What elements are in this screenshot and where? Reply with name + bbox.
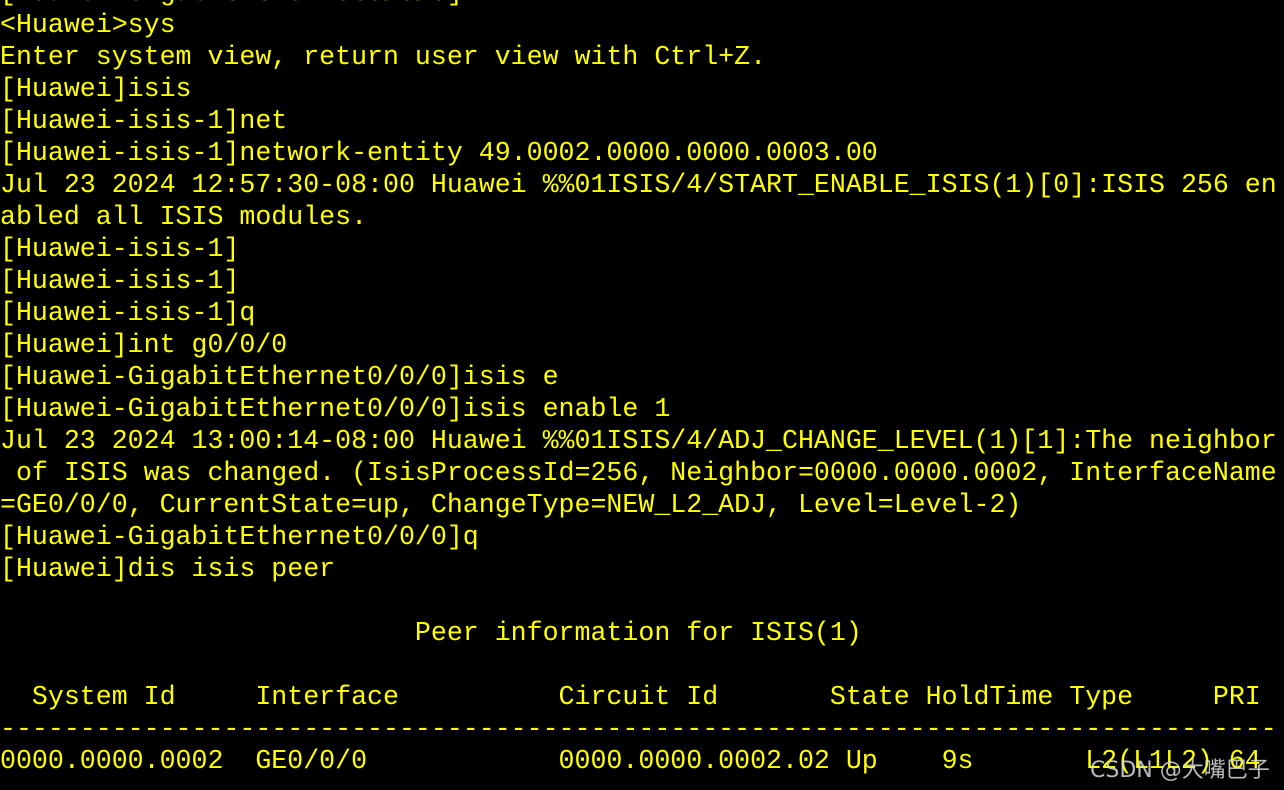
- terminal-line: [Huawei]isis: [0, 74, 192, 104]
- terminal-output[interactable]: [Huawei-GigabitEthernet0/0/0]<Huawei>sys…: [0, 0, 1284, 777]
- terminal-line: [Huawei-GigabitEthernet0/0/0]: [0, 0, 1284, 9]
- terminal-line: of ISIS was changed. (IsisProcessId=256,…: [0, 458, 1277, 488]
- terminal-line: abled all ISIS modules.: [0, 202, 368, 232]
- terminal-line: [Huawei-isis-1]q: [0, 298, 256, 328]
- terminal-line: [Huawei-isis-1]: [0, 234, 240, 264]
- terminal-line: [Huawei-GigabitEthernet0/0/0]q: [0, 522, 479, 552]
- terminal-line: Jul 23 2024 13:00:14-08:00 Huawei %%01IS…: [0, 426, 1277, 456]
- terminal-line: [Huawei]dis isis peer: [0, 554, 336, 584]
- terminal-line: =GE0/0/0, CurrentState=up, ChangeType=NE…: [0, 490, 1022, 520]
- terminal-line: <Huawei>sys: [0, 10, 176, 40]
- terminal-line: [Huawei-isis-1]: [0, 266, 240, 296]
- terminal-line: Peer information for ISIS(1): [0, 618, 862, 648]
- terminal-line: [Huawei-isis-1]net: [0, 106, 288, 136]
- watermark: CSDN @大嘴巴子: [1090, 758, 1270, 783]
- terminal-line: System Id Interface Circuit Id State Hol…: [0, 682, 1261, 712]
- terminal-line: [Huawei-GigabitEthernet0/0/0]isis e: [0, 362, 559, 392]
- terminal-line: Jul 23 2024 12:57:30-08:00 Huawei %%01IS…: [0, 170, 1277, 200]
- terminal-line: [Huawei]int g0/0/0: [0, 330, 288, 360]
- terminal-line: Enter system view, return user view with…: [0, 42, 767, 72]
- terminal-line: [Huawei-GigabitEthernet0/0/0]isis enable…: [0, 394, 671, 424]
- terminal-line: [Huawei-isis-1]network-entity 49.0002.00…: [0, 138, 878, 168]
- terminal-line: ----------------------------------------…: [0, 714, 1277, 744]
